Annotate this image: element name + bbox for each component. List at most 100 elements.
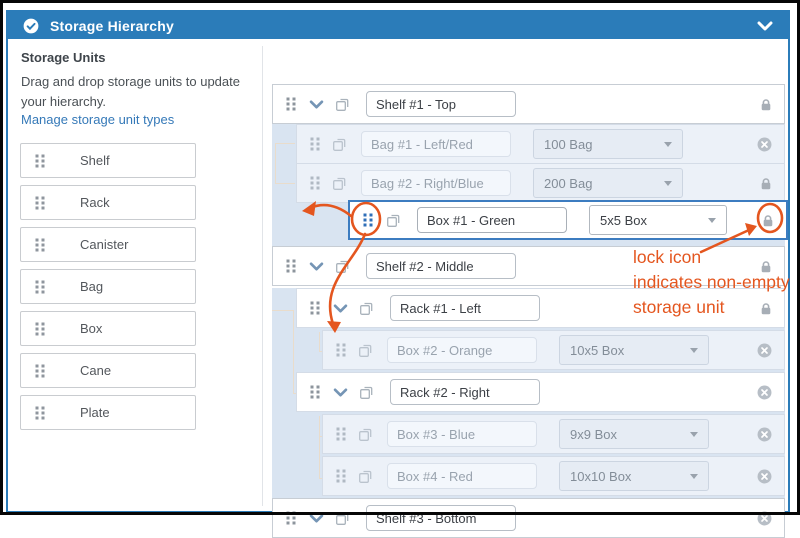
remove-icon[interactable] [757, 385, 772, 400]
caret-down-icon [664, 181, 672, 186]
caret-down-icon [690, 348, 698, 353]
drag-handle-icon[interactable] [35, 154, 45, 168]
unit-type-select[interactable]: 5x5 Box [589, 205, 727, 235]
tree-guide [293, 310, 294, 394]
sidebar-divider [262, 46, 263, 506]
palette-item-bag[interactable]: Bag [20, 269, 196, 304]
manage-storage-unit-types-link[interactable]: Manage storage unit types [21, 112, 174, 127]
sidebar-description: Drag and drop storage units to update yo… [21, 72, 255, 112]
lock-icon [760, 177, 772, 190]
unit-name-input[interactable] [361, 170, 511, 196]
palette-item-label: Shelf [80, 153, 110, 168]
unit-type-select[interactable]: 200 Bag [533, 168, 683, 198]
tree-row-box2: 10x5 Box [322, 330, 785, 370]
unit-name-input[interactable] [361, 131, 511, 157]
palette-item-plate[interactable]: Plate [20, 395, 196, 430]
chevron-down-icon[interactable] [333, 304, 348, 313]
drag-handle-icon[interactable] [310, 176, 320, 190]
unit-type-value: 10x10 Box [570, 469, 631, 484]
palette-item-canister[interactable]: Canister [20, 227, 196, 262]
remove-icon[interactable] [757, 511, 772, 526]
palette-item-box[interactable]: Box [20, 311, 196, 346]
remove-icon[interactable] [757, 137, 772, 152]
annotation-line: storage unit [633, 295, 790, 320]
drag-handle-icon[interactable] [35, 406, 45, 420]
check-circle-icon [23, 18, 39, 34]
copy-icon[interactable] [332, 136, 348, 152]
sidebar-title: Storage Units [21, 50, 106, 65]
unit-type-value: 200 Bag [544, 176, 592, 191]
annotation-line: indicates non-empty [633, 270, 790, 295]
unit-name-input[interactable] [366, 253, 516, 279]
remove-icon[interactable] [757, 343, 772, 358]
unit-name-input[interactable] [390, 295, 540, 321]
copy-icon[interactable] [332, 175, 348, 191]
tree-row-box3: 9x9 Box [322, 414, 785, 454]
chevron-down-icon[interactable] [309, 262, 324, 271]
storage-unit-palette: Shelf Rack Canister Bag Box Cane Plate [20, 143, 196, 437]
tree-guide [319, 332, 320, 352]
tree-row-box1-dragging[interactable]: 5x5 Box [348, 200, 788, 240]
palette-item-label: Rack [80, 195, 110, 210]
unit-type-value: 100 Bag [544, 137, 592, 152]
remove-icon[interactable] [757, 427, 772, 442]
drag-handle-icon[interactable] [35, 280, 45, 294]
unit-name-input[interactable] [366, 505, 516, 531]
chevron-down-icon[interactable] [333, 388, 348, 397]
unit-name-input[interactable] [417, 207, 567, 233]
tree-row-box4: 10x10 Box [322, 456, 785, 496]
drag-handle-icon[interactable] [310, 137, 320, 151]
unit-type-value: 10x5 Box [570, 343, 624, 358]
drag-handle-icon[interactable] [363, 213, 373, 227]
unit-name-input[interactable] [390, 379, 540, 405]
copy-icon[interactable] [335, 258, 351, 274]
unit-type-value: 9x9 Box [570, 427, 617, 442]
drag-handle-icon[interactable] [35, 364, 45, 378]
unit-name-input[interactable] [387, 463, 537, 489]
palette-item-label: Box [80, 321, 102, 336]
palette-item-label: Cane [80, 363, 111, 378]
annotation-note: lock icon indicates non-empty storage un… [633, 245, 790, 320]
drag-handle-icon[interactable] [336, 427, 346, 441]
tree-row-shelf1 [272, 84, 785, 124]
drag-handle-icon[interactable] [35, 196, 45, 210]
unit-type-select[interactable]: 100 Bag [533, 129, 683, 159]
copy-icon[interactable] [335, 96, 351, 112]
drag-handle-icon[interactable] [336, 469, 346, 483]
unit-type-select[interactable]: 10x10 Box [559, 461, 709, 491]
remove-icon[interactable] [757, 469, 772, 484]
drag-handle-icon[interactable] [310, 301, 320, 315]
copy-icon[interactable] [335, 510, 351, 526]
panel-collapse-chevron-icon[interactable] [757, 21, 773, 31]
copy-icon[interactable] [358, 426, 374, 442]
palette-item-shelf[interactable]: Shelf [20, 143, 196, 178]
copy-icon[interactable] [358, 468, 374, 484]
drag-handle-icon[interactable] [286, 97, 296, 111]
palette-item-rack[interactable]: Rack [20, 185, 196, 220]
palette-item-label: Canister [80, 237, 128, 252]
drag-handle-icon[interactable] [286, 259, 296, 273]
copy-icon[interactable] [386, 212, 402, 228]
caret-down-icon [690, 474, 698, 479]
drag-handle-icon[interactable] [336, 343, 346, 357]
tree-guide [272, 310, 294, 311]
unit-name-input[interactable] [387, 337, 537, 363]
unit-name-input[interactable] [387, 421, 537, 447]
unit-type-select[interactable]: 9x9 Box [559, 419, 709, 449]
drag-handle-icon[interactable] [310, 385, 320, 399]
drag-handle-icon[interactable] [286, 511, 296, 525]
copy-icon[interactable] [358, 342, 374, 358]
tree-row-rack2 [296, 372, 785, 412]
copy-icon[interactable] [359, 300, 375, 316]
tree-row-shelf3 [272, 498, 785, 538]
drag-handle-icon[interactable] [35, 238, 45, 252]
unit-type-select[interactable]: 10x5 Box [559, 335, 709, 365]
unit-name-input[interactable] [366, 91, 516, 117]
copy-icon[interactable] [359, 384, 375, 400]
chevron-down-icon[interactable] [309, 100, 324, 109]
unit-type-value: 5x5 Box [600, 213, 647, 228]
palette-item-cane[interactable]: Cane [20, 353, 196, 388]
drag-handle-icon[interactable] [35, 322, 45, 336]
tree-row-bag1: 100 Bag [296, 124, 785, 164]
lock-icon [762, 214, 774, 227]
